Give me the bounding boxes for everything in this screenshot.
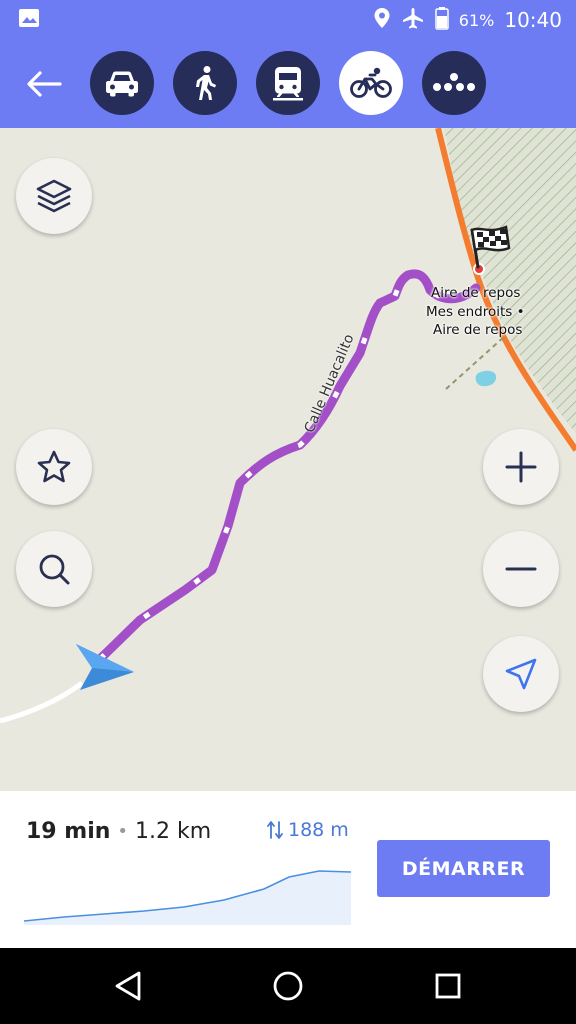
favorites-button[interactable]	[16, 429, 92, 505]
traveled-road	[0, 681, 84, 724]
battery-icon	[435, 6, 449, 34]
poi-label[interactable]: Aire de repos	[431, 285, 520, 301]
system-nav-bar	[0, 948, 576, 1024]
train-icon	[273, 67, 303, 101]
summary-separator: •	[117, 821, 129, 842]
zoom-in-button[interactable]	[483, 429, 559, 505]
car-icon	[106, 71, 138, 97]
back-button[interactable]	[20, 60, 68, 108]
zoom-out-icon	[505, 567, 537, 571]
battery-percent: 61%	[458, 10, 495, 30]
car-mode-button[interactable]	[90, 51, 154, 115]
search-button[interactable]	[16, 531, 92, 607]
recents-square-icon	[435, 973, 461, 999]
elevation-profile-chart	[24, 870, 352, 925]
walk-mode-button[interactable]	[173, 51, 237, 115]
back-triangle-icon	[115, 971, 141, 1001]
start-navigation-button[interactable]: DÉMARRER	[377, 840, 550, 897]
elevation-arrows-icon	[267, 821, 283, 839]
nav-home-button[interactable]	[264, 962, 312, 1010]
nav-recents-button[interactable]	[424, 962, 472, 1010]
layers-button[interactable]	[16, 158, 92, 234]
my-location-button[interactable]	[483, 636, 559, 712]
transit-mode-button[interactable]	[256, 51, 320, 115]
my-location-icon	[505, 658, 537, 690]
pedestrian-icon	[196, 66, 216, 100]
layers-icon	[36, 179, 72, 213]
poi-list-label-line2[interactable]: Aire de repos	[433, 322, 522, 338]
search-icon	[39, 554, 70, 585]
route-distance: 1.2 km	[135, 819, 212, 844]
elevation-gain: 188 m	[267, 819, 349, 841]
protected-area	[444, 128, 576, 433]
route-mode-toolbar	[0, 38, 576, 128]
zoom-out-button[interactable]	[483, 531, 559, 607]
status-icons: 61% 10:40	[373, 6, 562, 34]
water-pond	[475, 370, 497, 387]
status-bar: 61% 10:40	[0, 0, 576, 38]
bike-mode-button[interactable]	[339, 51, 403, 115]
bicycle-icon	[350, 67, 392, 98]
route-summary-panel: 19 min • 1.2 km 188 m DÉMARRER	[0, 791, 576, 948]
more-dots-icon	[433, 73, 475, 91]
nav-back-button[interactable]	[104, 962, 152, 1010]
more-modes-button[interactable]	[422, 51, 486, 115]
route-dash-overlay	[98, 271, 478, 661]
poi-list-label-line1[interactable]: Mes endroits •	[426, 304, 525, 320]
elevation-value: 188 m	[288, 819, 349, 841]
map-view[interactable]: Calle Huacalito Aire de repos Mes endroi…	[0, 128, 576, 791]
home-circle-icon	[273, 971, 303, 1001]
gallery-icon	[18, 8, 40, 28]
location-icon	[373, 7, 391, 33]
route-line	[95, 269, 481, 664]
route-summary-text: 19 min • 1.2 km	[26, 819, 211, 844]
star-icon	[37, 450, 71, 483]
airplane-icon	[401, 6, 425, 34]
route-duration: 19 min	[26, 819, 111, 844]
trail-path	[445, 335, 506, 390]
arrow-left-icon	[27, 71, 62, 97]
clock: 10:40	[504, 8, 562, 32]
zoom-in-icon	[505, 451, 537, 483]
